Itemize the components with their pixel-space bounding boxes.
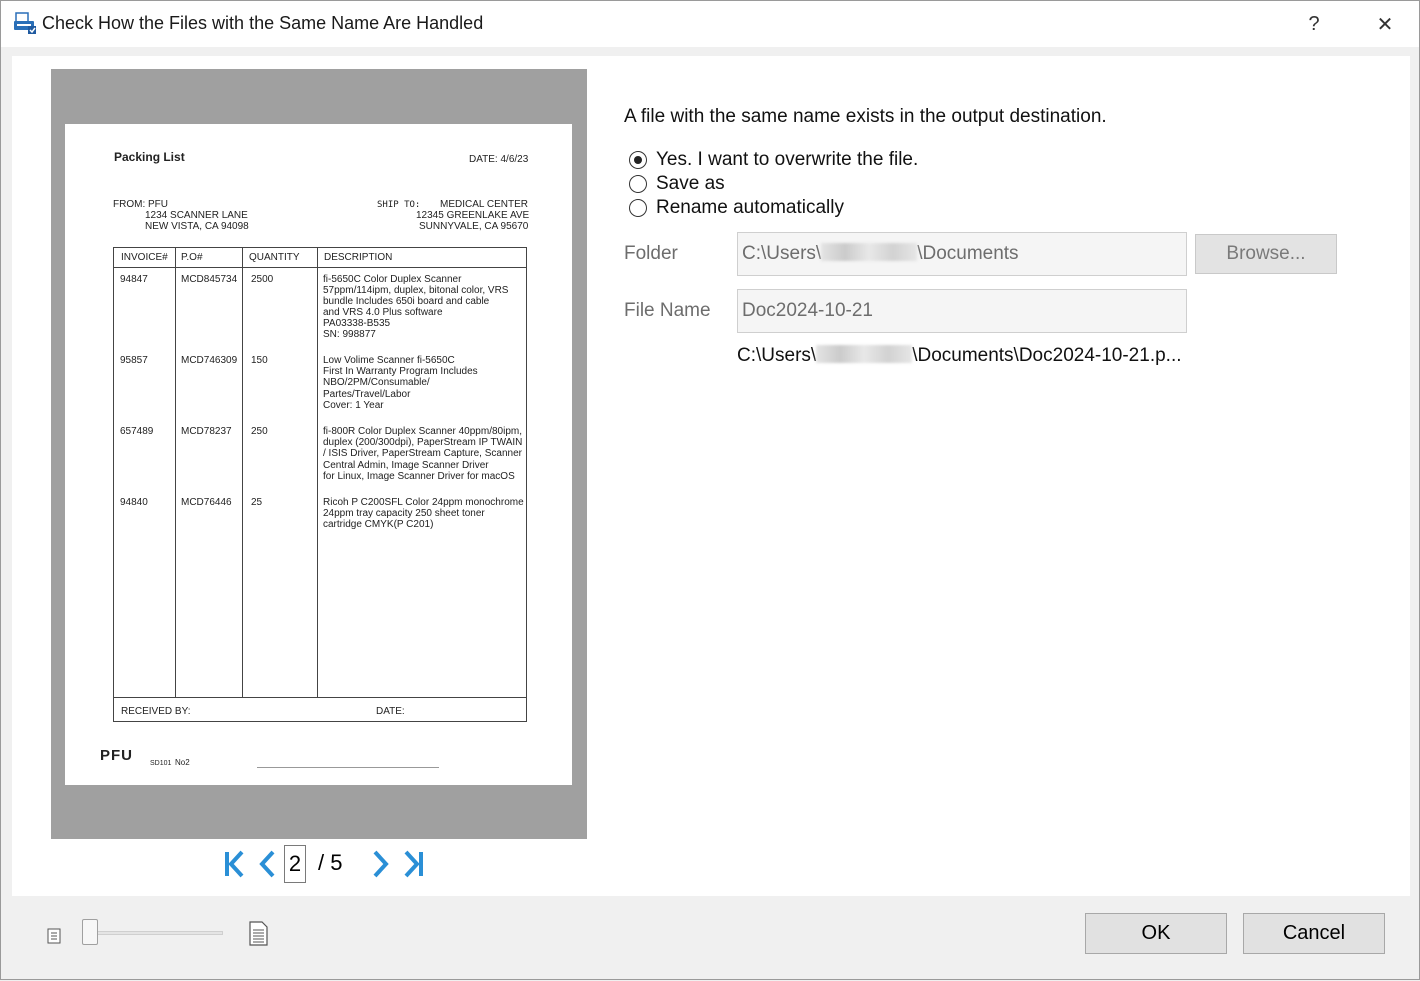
row4-invoice: 94840 <box>120 497 148 508</box>
save-as-label: Save as <box>656 173 725 194</box>
doc-ship-line2: 12345 GREENLAKE AVE <box>416 210 530 221</box>
scanned-page: Packing List DATE: 4/6/23 FROM: PFU 1234… <box>65 124 572 785</box>
row1-po: MCD845734 <box>181 274 238 285</box>
row2-desc-4: Partes/Travel/Labor <box>323 389 411 400</box>
row1-invoice: 94847 <box>120 274 148 285</box>
row3-quantity: 250 <box>251 426 268 437</box>
row1-desc-3: bundle Includes 650i board and cable <box>323 296 490 307</box>
rename-auto-radio[interactable] <box>629 199 647 217</box>
page-navigator: 2 / 5 <box>222 843 423 883</box>
doc-from-line1: 1234 SCANNER LANE <box>145 210 248 221</box>
row2-desc-5: Cover: 1 Year <box>323 400 384 411</box>
option-save-as[interactable]: Save as <box>629 172 725 196</box>
full-path-suffix: \Documents\Doc2024-10-21.p... <box>912 345 1182 366</box>
row3-desc-5: for Linux, Image Scanner Driver for macO… <box>323 471 515 482</box>
doc-footer-date: DATE: <box>376 706 405 717</box>
current-page-input[interactable]: 2 <box>284 845 306 883</box>
ok-button[interactable]: OK <box>1085 913 1227 954</box>
row4-quantity: 25 <box>251 497 263 508</box>
duplicate-file-message: A file with the same name exists in the … <box>624 106 1107 127</box>
row3-desc-2: duplex (200/300dpi), PaperStream IP TWAI… <box>323 437 523 448</box>
redacted-username <box>816 345 913 364</box>
last-page-icon[interactable] <box>402 849 426 879</box>
row1-desc-1: fi-5650C Color Duplex Scanner <box>323 274 462 285</box>
dialog-window: Check How the Files with the Same Name A… <box>0 0 1420 980</box>
cancel-button[interactable]: Cancel <box>1243 913 1385 954</box>
zoom-out-page-icon <box>47 928 61 944</box>
row3-desc-4: Central Admin, Image Scanner Driver <box>323 460 489 471</box>
save-as-radio[interactable] <box>629 175 647 193</box>
full-path-preview: C:\Users\ \Documents\Doc2024-10-21.p... <box>737 345 1182 367</box>
row1-desc-2: 57ppm/114ipm, duplex, bitonal color, VRS <box>323 285 509 296</box>
row3-desc-1: fi-800R Color Duplex Scanner 40ppm/80ipm… <box>323 426 522 437</box>
first-page-icon[interactable] <box>222 849 246 879</box>
col-po: P.O# <box>181 252 203 263</box>
zoom-slider-thumb[interactable] <box>82 919 98 945</box>
full-path-prefix: C:\Users\ <box>737 345 817 366</box>
doc-date: DATE: 4/6/23 <box>469 154 529 165</box>
doc-from-line2: NEW VISTA, CA 94098 <box>145 221 249 232</box>
row3-desc-3: / ISIS Driver, PaperStream Capture, Scan… <box>323 448 522 459</box>
zoom-slider-track[interactable] <box>91 931 223 935</box>
row2-desc-2: First In Warranty Program Includes <box>323 366 478 377</box>
zoom-in-page-icon <box>249 921 268 946</box>
row2-desc-3: NBO/2PM/Consumable/ <box>323 377 430 388</box>
help-button[interactable]: ? <box>1285 1 1343 47</box>
row2-desc-1: Low Volime Scanner fi-5650C <box>323 355 455 366</box>
col-invoice: INVOICE# <box>121 252 168 263</box>
doc-scan-line <box>257 767 439 768</box>
row4-desc-1: Ricoh P C200SFL Color 24ppm monochrome <box>323 497 524 508</box>
row3-invoice: 657489 <box>120 426 154 437</box>
row4-desc-3: cartridge CMYK(P C201) <box>323 519 434 530</box>
folder-label: Folder <box>624 243 678 264</box>
filename-input[interactable]: Doc2024-10-21 <box>737 289 1187 333</box>
folder-suffix: \Documents <box>917 243 1019 264</box>
doc-table: INVOICE# P.O# QUANTITY DESCRIPTION 94847… <box>113 247 527 722</box>
filename-label: File Name <box>624 300 711 321</box>
doc-ship-line1: MEDICAL CENTER <box>440 199 528 210</box>
folder-input[interactable]: C:\Users\ \Documents <box>737 232 1187 276</box>
window-title: Check How the Files with the Same Name A… <box>42 13 484 33</box>
row4-desc-2: 24ppm tray capacity 250 sheet toner <box>323 508 485 519</box>
next-page-icon[interactable] <box>368 849 392 879</box>
row1-desc-4: and VRS 4.0 Plus software <box>323 307 443 318</box>
col-description: DESCRIPTION <box>324 252 393 263</box>
folder-prefix: C:\Users\ <box>742 243 822 264</box>
col-quantity: QUANTITY <box>249 252 300 263</box>
scanner-app-icon <box>14 12 36 34</box>
row1-desc-6: SN: 998877 <box>323 329 376 340</box>
row1-desc-5: PA03338-B535 <box>323 318 391 329</box>
doc-ship-to-label: SHIP TO: <box>377 200 421 210</box>
option-overwrite[interactable]: Yes. I want to overwrite the file. <box>629 148 918 172</box>
doc-form-no: No2 <box>175 758 190 767</box>
redacted-username <box>821 243 918 262</box>
doc-from: FROM: PFU <box>113 199 168 210</box>
row4-po: MCD76446 <box>181 497 232 508</box>
title-bar: Check How the Files with the Same Name A… <box>1 1 1419 47</box>
content-panel: Packing List DATE: 4/6/23 FROM: PFU 1234… <box>12 56 1410 896</box>
pfu-logo: PFU <box>100 747 133 764</box>
row2-invoice: 95857 <box>120 355 148 366</box>
page-total: / 5 <box>318 850 343 875</box>
previous-page-icon[interactable] <box>256 849 280 879</box>
browse-button[interactable]: Browse... <box>1195 234 1337 274</box>
doc-ship-line3: SUNNYVALE, CA 95670 <box>419 221 529 232</box>
doc-received-by: RECEIVED BY: <box>121 706 191 717</box>
image-preview[interactable]: Packing List DATE: 4/6/23 FROM: PFU 1234… <box>51 69 587 839</box>
doc-heading: Packing List <box>114 150 185 164</box>
overwrite-label: Yes. I want to overwrite the file. <box>656 149 919 170</box>
row3-po: MCD78237 <box>181 426 232 437</box>
row1-quantity: 2500 <box>251 274 274 285</box>
overwrite-radio[interactable] <box>629 151 647 169</box>
doc-form-code: SD101 <box>150 760 172 767</box>
row2-po: MCD746309 <box>181 355 238 366</box>
option-rename-auto[interactable]: Rename automatically <box>629 196 844 220</box>
rename-auto-label: Rename automatically <box>656 197 844 218</box>
close-button[interactable]: ✕ <box>1356 1 1414 47</box>
row2-quantity: 150 <box>251 355 268 366</box>
